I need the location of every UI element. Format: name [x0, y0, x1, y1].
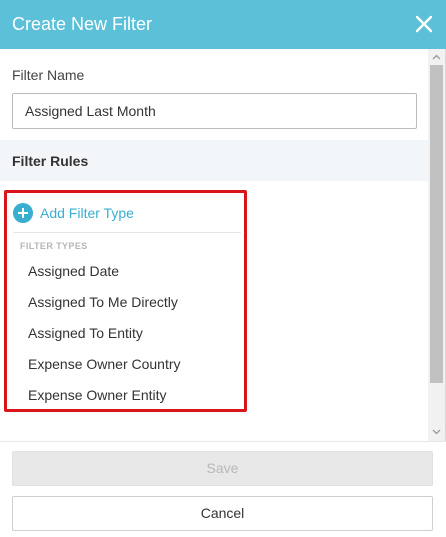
scroll-up-icon[interactable]: [432, 53, 441, 62]
filter-type-assigned-to-entity[interactable]: Assigned To Entity: [28, 325, 143, 341]
scrollbar-thumb[interactable]: [430, 65, 443, 383]
filter-type-expense-owner-country[interactable]: Expense Owner Country: [28, 356, 181, 372]
filter-type-assigned-date[interactable]: Assigned Date: [28, 263, 119, 279]
add-filter-type-button[interactable]: Add Filter Type: [13, 202, 134, 224]
scroll-down-icon[interactable]: [432, 427, 441, 436]
filter-type-assigned-to-me-directly[interactable]: Assigned To Me Directly: [28, 294, 178, 310]
dialog-title: Create New Filter: [12, 14, 153, 34]
filter-rules-header: Filter Rules: [0, 140, 428, 181]
add-filter-type-label: Add Filter Type: [40, 205, 134, 221]
filter-name-input[interactable]: [12, 93, 417, 129]
filter-rules-title: Filter Rules: [12, 153, 89, 169]
dropdown-divider: [13, 232, 241, 233]
vertical-scrollbar[interactable]: [428, 49, 445, 441]
close-icon: [415, 15, 433, 33]
create-filter-dialog: Create New Filter Filter Name Filter Rul…: [0, 0, 446, 537]
filter-types-heading: FILTER TYPES: [20, 241, 88, 251]
filter-name-label: Filter Name: [12, 67, 85, 83]
close-button[interactable]: [414, 13, 434, 35]
plus-circle-icon: [13, 203, 33, 223]
save-button[interactable]: Save: [12, 451, 433, 486]
filter-type-expense-owner-entity[interactable]: Expense Owner Entity: [28, 387, 167, 403]
cancel-button[interactable]: Cancel: [12, 496, 433, 531]
dialog-footer: Save Cancel: [0, 441, 446, 537]
dialog-body: Filter Name Filter Rules Add Filter Type…: [0, 49, 428, 441]
dialog-header: Create New Filter: [0, 0, 446, 49]
